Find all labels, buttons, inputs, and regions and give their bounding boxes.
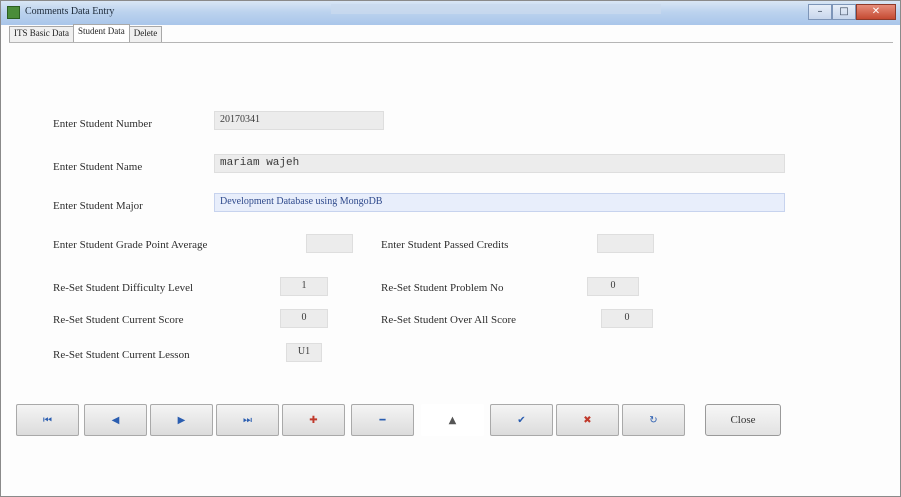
- save-record-button[interactable]: ✔: [490, 404, 553, 436]
- difficulty-level-input[interactable]: 1: [280, 277, 328, 296]
- student-number-input[interactable]: 20170341: [214, 111, 384, 130]
- previous-record-icon: ◀: [111, 414, 120, 426]
- student-major-input[interactable]: Development Database using MongoDB: [214, 193, 785, 212]
- title-bar-strip: [331, 4, 661, 14]
- passed-credits-input[interactable]: [597, 234, 654, 253]
- refresh-button[interactable]: ↻: [622, 404, 685, 436]
- tab-delete[interactable]: Delete: [128, 26, 163, 42]
- passed-credits-label: Enter Student Passed Credits: [381, 239, 509, 251]
- tab-student-data[interactable]: Student Data: [72, 24, 130, 42]
- window-controls: – □ ✕: [808, 4, 896, 20]
- first-record-button[interactable]: ⏮: [16, 404, 79, 436]
- problem-no-input[interactable]: 0: [587, 277, 639, 296]
- maximize-button[interactable]: □: [832, 4, 856, 20]
- current-lesson-input[interactable]: U1: [286, 343, 322, 362]
- last-record-icon: ⏭: [243, 414, 252, 426]
- current-score-label: Re-Set Student Current Score: [53, 314, 184, 326]
- close-button[interactable]: Close: [705, 404, 781, 436]
- comments-data-entry-window: Comments Data Entry – □ ✕ ITS Basic Data…: [0, 0, 901, 497]
- next-record-icon: ▶: [177, 414, 186, 426]
- previous-record-button[interactable]: ◀: [84, 404, 147, 436]
- last-record-button[interactable]: ⏭: [216, 404, 279, 436]
- overall-score-input[interactable]: 0: [601, 309, 653, 328]
- difficulty-level-label: Re-Set Student Difficulty Level: [53, 282, 194, 294]
- refresh-icon: ↻: [649, 414, 658, 426]
- current-lesson-label: Re-Set Student Current Lesson: [53, 349, 190, 361]
- student-name-input[interactable]: mariam wajeh: [214, 154, 785, 173]
- student-major-label: Enter Student Major: [53, 200, 143, 212]
- save-record-icon: ✔: [517, 414, 526, 426]
- app-icon: [7, 6, 20, 19]
- delete-record-icon: ━: [379, 414, 386, 426]
- current-score-input[interactable]: 0: [280, 309, 328, 328]
- next-record-button[interactable]: ▶: [150, 404, 213, 436]
- gpa-label: Enter Student Grade Point Average: [53, 239, 208, 251]
- overall-score-label: Re-Set Student Over All Score: [381, 314, 517, 326]
- title-bar: Comments Data Entry – □ ✕: [1, 1, 900, 25]
- cancel-edit-button[interactable]: ✖: [556, 404, 619, 436]
- student-number-label: Enter Student Number: [53, 118, 152, 130]
- tab-strip: ITS Basic Data Student Data Delete: [9, 24, 163, 42]
- add-record-button[interactable]: ✚: [282, 404, 345, 436]
- delete-record-button[interactable]: ━: [351, 404, 414, 436]
- move-up-button[interactable]: ▲: [421, 404, 484, 436]
- window-title: Comments Data Entry: [25, 6, 115, 17]
- tab-its-basic-data[interactable]: ITS Basic Data: [9, 26, 74, 42]
- close-window-button[interactable]: ✕: [856, 4, 896, 20]
- gpa-input[interactable]: [306, 234, 353, 253]
- minimize-button[interactable]: –: [808, 4, 832, 20]
- first-record-icon: ⏮: [43, 414, 52, 426]
- cancel-edit-icon: ✖: [583, 414, 592, 426]
- add-record-icon: ✚: [309, 414, 318, 426]
- move-up-icon: ▲: [448, 414, 457, 426]
- problem-no-label: Re-Set Student Problem No: [381, 282, 504, 294]
- student-name-label: Enter Student Name: [53, 161, 143, 173]
